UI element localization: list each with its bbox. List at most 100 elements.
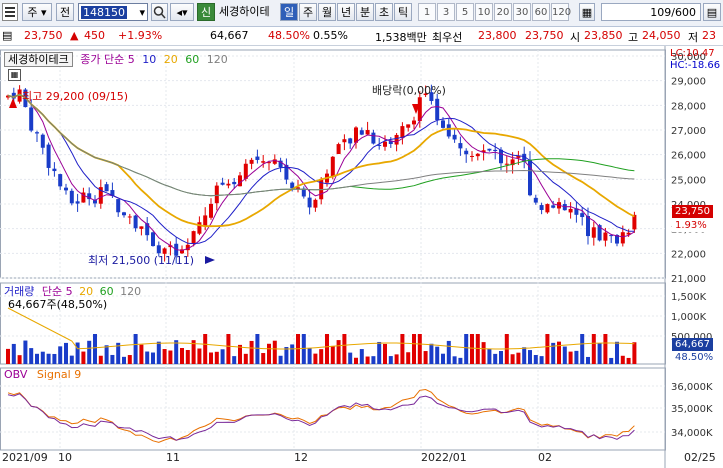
volume-bar-27 (162, 349, 167, 364)
candle-body-71 (417, 97, 422, 122)
quote-row: ▤ 23,750 ▲ 450 +1.93% 64,667 48.50% 0.55… (0, 27, 723, 46)
period-button-3[interactable]: 년 (337, 3, 355, 21)
period-button-2[interactable]: 월 (318, 3, 336, 21)
volume-bar-70 (412, 334, 416, 364)
candle-body-43 (255, 156, 260, 160)
candle-body-63 (371, 132, 376, 144)
volume-bar-51 (301, 334, 306, 364)
interval-button-2[interactable]: 5 (456, 3, 474, 21)
volume-bar-41 (243, 353, 248, 364)
volume-bar-71 (417, 334, 422, 364)
price-tick-9: 21,000 (671, 274, 706, 285)
candle-body-19 (116, 199, 121, 213)
volume-bar-9 (58, 346, 63, 364)
count-input[interactable]: 109/600 (601, 3, 701, 21)
current-pct-badge: 1.93% (672, 219, 710, 232)
period-button-6[interactable]: 틱 (394, 3, 412, 21)
volume-bar-85 (499, 351, 503, 364)
interval-button-4[interactable]: 20 (494, 3, 512, 21)
candle-body-69 (406, 124, 411, 128)
bid-price-1: 23,800 (478, 29, 517, 42)
window-menu-icon[interactable] (2, 3, 18, 21)
price-tick-8: 22,000 (671, 249, 706, 260)
ma120-label: 120 (206, 53, 228, 66)
market-select-label: 주 (27, 6, 38, 19)
volume-bar-58 (342, 334, 347, 364)
volume-bar-24 (145, 351, 150, 364)
interval-button-1[interactable]: 3 (437, 3, 455, 21)
period-button-5[interactable]: 초 (375, 3, 393, 21)
period-button-0[interactable]: 일 (280, 3, 298, 21)
volume-bar-57 (336, 340, 341, 364)
stock-name: 세경하이테 (219, 5, 270, 18)
volume-bar-38 (226, 334, 231, 364)
candle-body-59 (348, 138, 353, 144)
volume-bar-59 (348, 352, 353, 364)
layout-icon[interactable]: ▤ (703, 3, 721, 21)
volume-bar-13 (81, 351, 86, 364)
ma-label: 종가 단순 (80, 53, 125, 66)
quote-expand-icon[interactable]: ▤ (2, 29, 12, 42)
interval-button-3[interactable]: 10 (475, 3, 493, 21)
signal-icon[interactable]: 신 (197, 3, 215, 21)
period-button-4[interactable]: 분 (356, 3, 374, 21)
candle-body-70 (412, 120, 416, 125)
settings-icon[interactable]: ▦ (579, 3, 595, 21)
volume-bar-33 (197, 348, 202, 364)
current-price-badge: 23,750 (672, 205, 713, 218)
interval-button-5[interactable]: 30 (513, 3, 531, 21)
period-type-button[interactable]: 전 (56, 3, 74, 21)
candle-body-39 (232, 181, 237, 185)
candle-body-44 (261, 161, 266, 163)
period-button-1[interactable]: 주 (299, 3, 317, 21)
code-input[interactable]: 148150 ▾ (78, 3, 148, 21)
interval-button-6[interactable]: 60 (532, 3, 550, 21)
obv-signal-line (7, 388, 635, 443)
vol-tick-0: 1,500K (671, 292, 707, 303)
candle-body-32 (191, 231, 196, 244)
search-icon[interactable] (151, 3, 168, 21)
volume-bar-84 (493, 353, 498, 364)
candle-body-37 (220, 182, 225, 185)
volume-bar-45 (267, 343, 271, 364)
volume-bar-67 (394, 354, 399, 364)
volume-bar-91 (533, 355, 538, 364)
volume-bar-40 (238, 344, 242, 364)
volume-bar-30 (180, 348, 184, 364)
vol-tick-1: 1,000K (671, 312, 707, 323)
x-label-0: 2021/09 (2, 451, 48, 464)
ma5-label: 5 (127, 53, 135, 66)
candle-body-11 (69, 190, 74, 204)
grid-icon[interactable]: ▦ (8, 69, 21, 81)
price-tick-5: 25,000 (671, 175, 706, 186)
volume-bar-96 (562, 346, 567, 364)
volume-bar-55 (325, 334, 329, 364)
volume-bar-36 (214, 351, 219, 364)
volume-bar-12 (75, 342, 80, 364)
candle-body-75 (441, 120, 445, 128)
volume-bar-81 (475, 334, 480, 364)
volume-bar-89 (522, 347, 527, 364)
candle-body-7 (46, 144, 51, 168)
obv-tick-1: 35,000K (671, 404, 713, 415)
interval-button-0[interactable]: 1 (418, 3, 436, 21)
candle-body-81 (475, 153, 480, 157)
volume-bar-97 (568, 351, 573, 364)
interval-button-7[interactable]: 120 (551, 3, 571, 21)
volume-bar-25 (151, 352, 155, 364)
low-annotation: 최저 21,500 (11/11) (88, 254, 195, 267)
price-tick-4: 26,000 (671, 151, 706, 162)
speaker-icon[interactable]: ◂▾ (170, 3, 194, 21)
volume-bar-1 (11, 343, 16, 364)
candle-body-91 (533, 197, 538, 203)
market-select[interactable]: 주 ▾ (22, 3, 52, 21)
ma20-label: 20 (163, 53, 178, 66)
obv-tick-0: 36,000K (671, 382, 713, 393)
stock-label[interactable]: 세경하이테크 (4, 52, 73, 67)
volume-bar-74 (435, 346, 440, 364)
volume-bar-54 (319, 349, 324, 364)
ma10-line (7, 93, 635, 245)
volume-bar-53 (313, 353, 318, 364)
candle-body-20 (122, 212, 126, 216)
candle-body-101 (591, 227, 596, 238)
